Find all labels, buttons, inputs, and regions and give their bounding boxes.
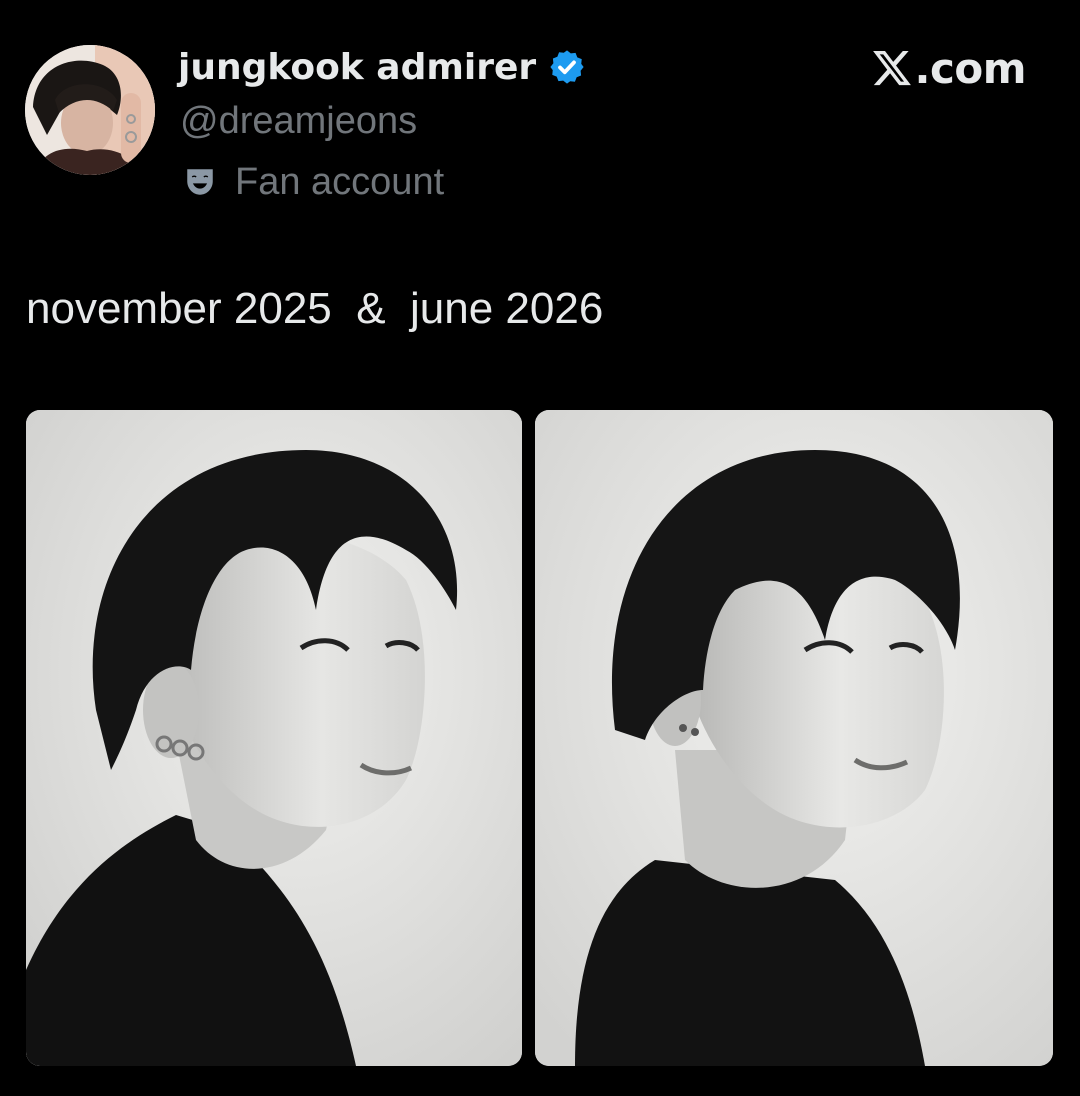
site-suffix-text: .com <box>914 43 1027 93</box>
x-logo-icon <box>872 51 911 86</box>
author-name-row[interactable]: jungkook admirer <box>178 44 586 90</box>
post-photo-2[interactable] <box>535 410 1053 1066</box>
portrait-photo-icon <box>26 410 522 1066</box>
site-watermark: .com <box>871 40 1027 96</box>
verified-badge-icon <box>550 50 584 84</box>
account-label-text: Fan account <box>235 160 445 203</box>
author-avatar[interactable] <box>25 45 155 175</box>
author-display-name[interactable]: jungkook admirer <box>178 47 536 88</box>
portrait-photo-icon <box>535 410 1053 1066</box>
author-handle[interactable]: @dreamjeons <box>180 100 417 143</box>
theater-mask-icon <box>187 169 213 195</box>
post-photo-1[interactable] <box>26 410 522 1066</box>
avatar-portrait-icon <box>25 45 155 175</box>
account-label-row: Fan account <box>183 160 444 204</box>
post-text: november 2025 & june 2026 <box>26 284 604 333</box>
